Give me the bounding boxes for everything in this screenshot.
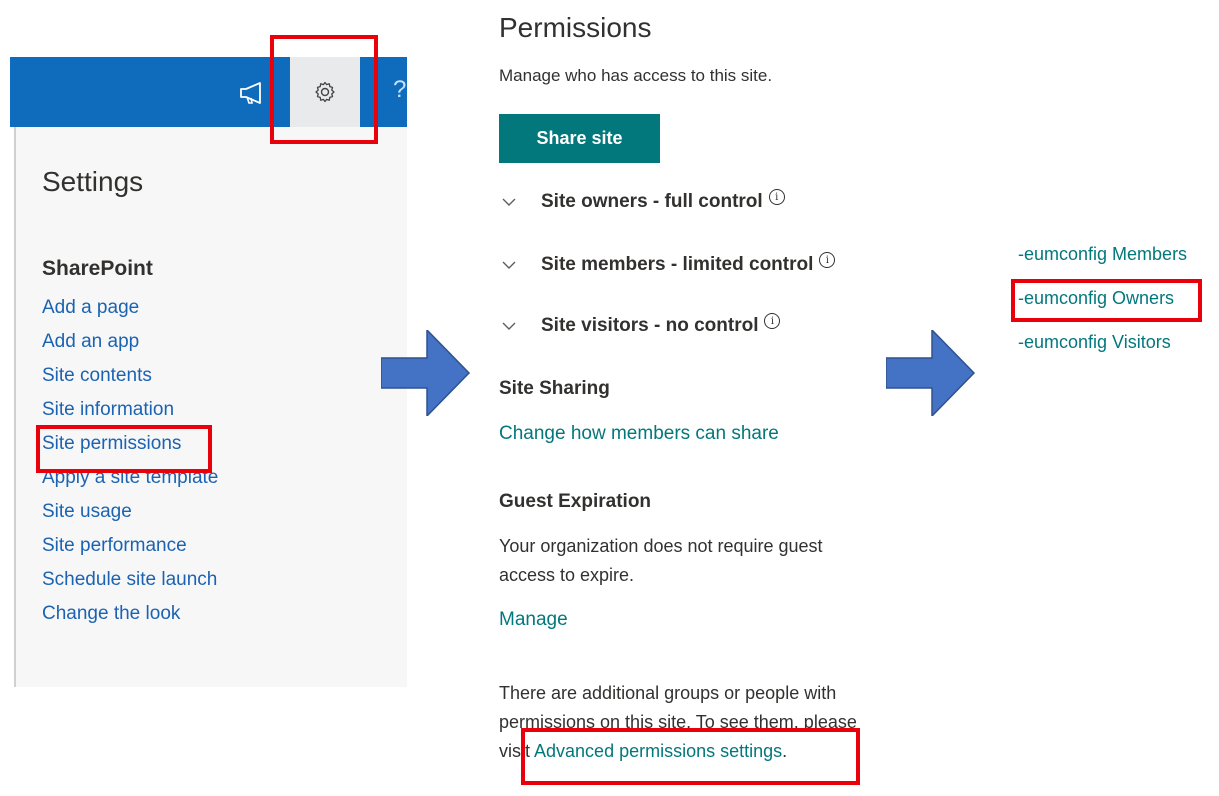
guest-expiration-text: Your organization does not require guest…: [499, 532, 823, 590]
add-page-link[interactable]: Add a page: [42, 297, 139, 319]
settings-pane-divider: [14, 127, 16, 687]
chevron-down-icon: [502, 198, 516, 206]
additional-line-1: There are additional groups or people wi…: [499, 683, 837, 703]
info-icon[interactable]: i: [768, 189, 785, 205]
guest-expiration-line-2: access to expire.: [499, 565, 635, 585]
manage-link[interactable]: Manage: [499, 609, 568, 631]
guest-expiration-heading: Guest Expiration: [499, 491, 652, 512]
members-group-link[interactable]: -eumconfig Members: [1018, 244, 1187, 265]
info-icon[interactable]: i: [819, 252, 836, 268]
add-app-link[interactable]: Add an app: [42, 331, 139, 353]
group-label: Site members - limited control: [541, 254, 814, 275]
help-icon[interactable]: ?: [393, 76, 406, 104]
permissions-subtitle: Manage who has access to this site.: [499, 66, 773, 85]
site-usage-link[interactable]: Site usage: [42, 501, 132, 523]
chevron-down-icon: [502, 261, 516, 269]
sharepoint-section-title: SharePoint: [42, 257, 153, 280]
guest-expiration-line-1: Your organization does not require guest: [499, 536, 823, 556]
change-sharing-link[interactable]: Change how members can share: [499, 423, 779, 445]
gear-highlight-box: [270, 35, 378, 144]
group-site-visitors[interactable]: Site visitors - no control i: [499, 311, 781, 341]
owners-highlight-box: [1011, 279, 1202, 322]
change-the-look-link[interactable]: Change the look: [42, 603, 180, 625]
megaphone-icon[interactable]: [238, 80, 266, 106]
site-permissions-highlight-box: [36, 425, 212, 473]
share-site-button[interactable]: Share site: [499, 114, 660, 163]
advanced-permissions-highlight-box: [521, 728, 860, 785]
group-site-members[interactable]: Site members - limited control i: [499, 250, 836, 280]
site-performance-link[interactable]: Site performance: [42, 535, 187, 557]
group-label: Site owners - full control: [541, 191, 763, 212]
site-sharing-heading: Site Sharing: [499, 378, 610, 399]
chevron-down-icon: [502, 322, 516, 330]
site-contents-link[interactable]: Site contents: [42, 365, 152, 387]
visitors-group-link[interactable]: -eumconfig Visitors: [1018, 332, 1171, 353]
info-icon[interactable]: i: [764, 313, 781, 329]
arrow-right-1: [381, 330, 471, 416]
permissions-title: Permissions: [499, 12, 652, 43]
settings-title: Settings: [42, 166, 144, 197]
site-information-link[interactable]: Site information: [42, 399, 174, 421]
arrow-right-2: [886, 330, 976, 416]
group-label: Site visitors - no control: [541, 315, 759, 336]
group-site-owners[interactable]: Site owners - full control i: [499, 187, 785, 217]
schedule-site-launch-link[interactable]: Schedule site launch: [42, 569, 217, 591]
